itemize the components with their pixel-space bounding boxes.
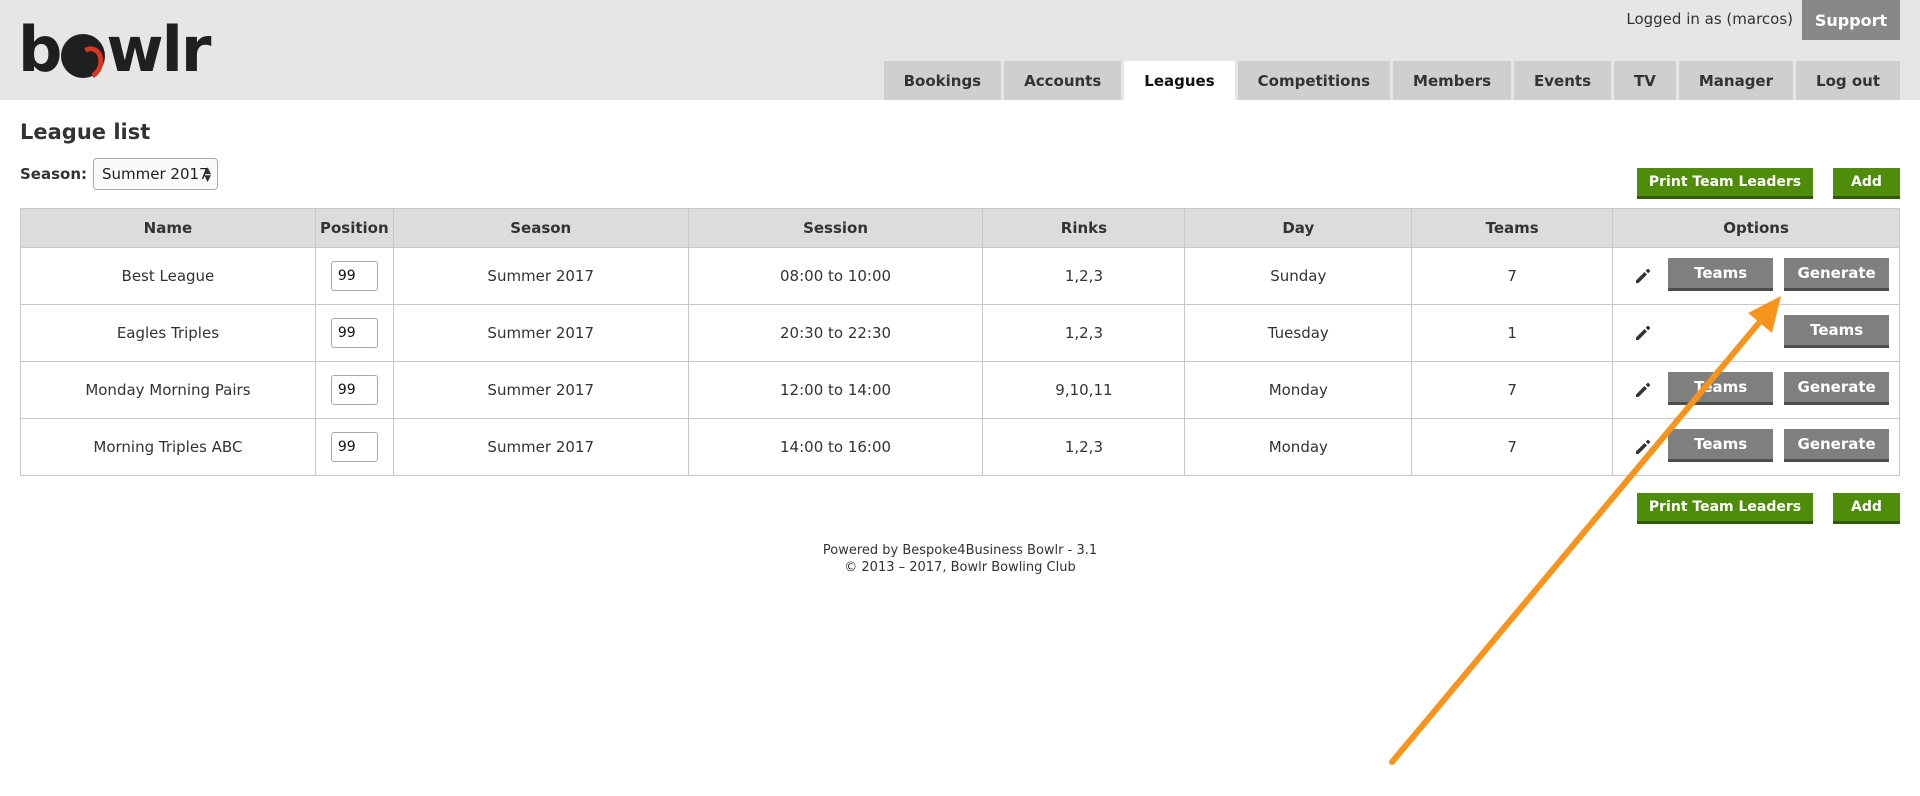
cell-session: 20:30 to 22:30 xyxy=(687,304,984,362)
header: b wlr Logged in as (marcos) Support Booki… xyxy=(0,0,1920,100)
tab-events[interactable]: Events xyxy=(1514,61,1611,100)
add-button-bottom[interactable]: Add xyxy=(1833,493,1900,524)
cell-options: Teams Generate xyxy=(1612,361,1900,419)
tab-tv[interactable]: TV xyxy=(1614,61,1676,100)
position-input[interactable]: 99 xyxy=(330,375,378,405)
header-session[interactable]: Session xyxy=(687,208,984,248)
cell-name: Eagles Triples xyxy=(20,304,316,362)
season-label: Season: xyxy=(20,165,88,183)
pencil-icon[interactable] xyxy=(1633,323,1653,343)
teams-button[interactable]: Teams xyxy=(1668,258,1774,291)
cell-name: Morning Triples ABC xyxy=(20,418,316,476)
header-day[interactable]: Day xyxy=(1184,208,1413,248)
table-row: Eagles Triples 99 Summer 2017 20:30 to 2… xyxy=(20,304,1900,362)
print-team-leaders-button-top[interactable]: Print Team Leaders xyxy=(1637,168,1813,199)
cell-teams: 1 xyxy=(1411,304,1614,362)
cell-season: Summer 2017 xyxy=(392,361,689,419)
cell-season: Summer 2017 xyxy=(392,418,689,476)
cell-rinks: 1,2,3 xyxy=(982,304,1186,362)
cell-position: 99 xyxy=(314,361,394,419)
header-teams[interactable]: Teams xyxy=(1411,208,1614,248)
cell-season: Summer 2017 xyxy=(392,247,689,305)
teams-button[interactable]: Teams xyxy=(1784,315,1890,348)
cell-options: Teams xyxy=(1612,304,1900,362)
position-input[interactable]: 99 xyxy=(330,261,378,291)
header-rinks[interactable]: Rinks xyxy=(982,208,1186,248)
add-button-top[interactable]: Add xyxy=(1833,168,1900,199)
cell-options: Teams Generate xyxy=(1612,418,1900,476)
cell-day: Tuesday xyxy=(1184,304,1413,362)
cell-teams: 7 xyxy=(1411,247,1614,305)
season-select-value: Summer 2017 xyxy=(102,165,209,183)
support-button[interactable]: Support xyxy=(1802,0,1900,40)
tab-accounts[interactable]: Accounts xyxy=(1004,61,1122,100)
cell-name: Monday Morning Pairs xyxy=(20,361,316,419)
generate-button[interactable]: Generate xyxy=(1784,429,1890,462)
page-title: League list xyxy=(20,120,151,144)
pencil-icon[interactable] xyxy=(1633,380,1653,400)
cell-session: 14:00 to 16:00 xyxy=(687,418,984,476)
tab-bookings[interactable]: Bookings xyxy=(883,61,1002,100)
generate-button[interactable]: Generate xyxy=(1784,258,1890,291)
teams-button[interactable]: Teams xyxy=(1668,372,1774,405)
tab-log-out[interactable]: Log out xyxy=(1796,61,1900,100)
header-position[interactable]: Position xyxy=(314,208,394,248)
cell-session: 12:00 to 14:00 xyxy=(687,361,984,419)
pencil-icon[interactable] xyxy=(1633,266,1653,286)
cell-position: 99 xyxy=(314,247,394,305)
table-row: Monday Morning Pairs 99 Summer 2017 12:0… xyxy=(20,361,1900,419)
print-team-leaders-button-bottom[interactable]: Print Team Leaders xyxy=(1637,493,1813,524)
table-header-row: Name Position Season Session Rinks Day T… xyxy=(20,208,1900,248)
select-arrows-icon: ▲ ▼ xyxy=(204,166,212,184)
tab-members[interactable]: Members xyxy=(1393,61,1512,100)
header-season[interactable]: Season xyxy=(392,208,689,248)
table-row: Best League 99 Summer 2017 08:00 to 10:0… xyxy=(20,247,1900,305)
cell-day: Monday xyxy=(1184,361,1413,419)
cell-name: Best League xyxy=(20,247,316,305)
main-nav: Bookings Accounts Leagues Competitions M… xyxy=(883,61,1900,100)
teams-button[interactable]: Teams xyxy=(1668,429,1774,462)
tab-manager[interactable]: Manager xyxy=(1678,61,1794,100)
cell-day: Monday xyxy=(1184,418,1413,476)
cell-session: 08:00 to 10:00 xyxy=(687,247,984,305)
logged-in-status: Logged in as (marcos) xyxy=(1626,10,1793,28)
cell-rinks: 1,2,3 xyxy=(982,247,1186,305)
cell-teams: 7 xyxy=(1411,361,1614,419)
cell-season: Summer 2017 xyxy=(392,304,689,362)
footer-powered-by: Powered by Bespoke4Business Bowlr - 3.1 xyxy=(822,543,1098,558)
league-table: Name Position Season Session Rinks Day T… xyxy=(20,208,1900,476)
cell-rinks: 9,10,11 xyxy=(982,361,1186,419)
cell-rinks: 1,2,3 xyxy=(982,418,1186,476)
header-name[interactable]: Name xyxy=(20,208,316,248)
season-filter: Season: Summer 2017 ▲ ▼ xyxy=(20,158,219,190)
season-select[interactable]: Summer 2017 ▲ ▼ xyxy=(93,158,219,190)
footer-copyright: © 2013 – 2017, Bowlr Bowling Club xyxy=(844,560,1076,575)
pencil-icon[interactable] xyxy=(1633,437,1653,457)
cell-day: Sunday xyxy=(1184,247,1413,305)
position-input[interactable]: 99 xyxy=(330,432,378,462)
tab-competitions[interactable]: Competitions xyxy=(1237,61,1391,100)
cell-position: 99 xyxy=(314,418,394,476)
position-input[interactable]: 99 xyxy=(330,318,378,348)
tab-leagues[interactable]: Leagues xyxy=(1124,61,1235,100)
header-options: Options xyxy=(1612,208,1900,248)
generate-button[interactable]: Generate xyxy=(1784,372,1890,405)
bowl-ball-icon xyxy=(61,34,106,78)
cell-options: Teams Generate xyxy=(1612,247,1900,305)
table-row: Morning Triples ABC 99 Summer 2017 14:00… xyxy=(20,418,1900,476)
cell-position: 99 xyxy=(314,304,394,362)
bowlr-logo[interactable]: b wlr xyxy=(18,19,212,81)
cell-teams: 7 xyxy=(1411,418,1614,476)
